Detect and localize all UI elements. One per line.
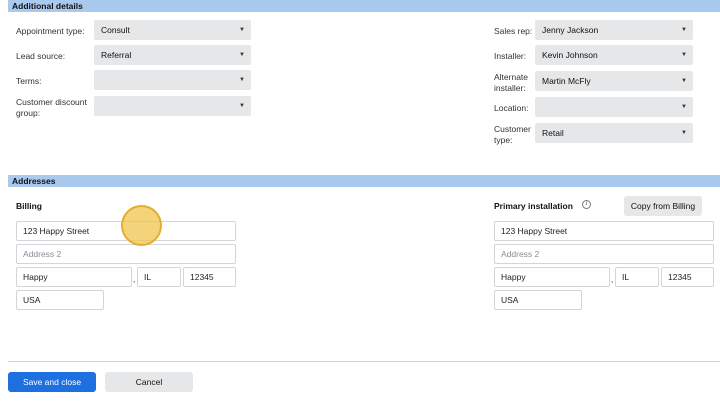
billing-city-input[interactable]: Happy (16, 267, 132, 287)
lead-source-label: Lead source: (16, 51, 66, 61)
installation-city-input[interactable]: Happy (494, 267, 610, 287)
chevron-down-icon: ▼ (681, 130, 687, 136)
location-label: Location: (494, 103, 529, 113)
alternate-installer-label-line2: installer: (494, 83, 526, 93)
customer-discount-group-label-line1: Customer discount (16, 97, 87, 107)
chevron-down-icon: ▼ (681, 27, 687, 33)
alternate-installer-label-line1: Alternate (494, 72, 529, 82)
customer-discount-group-select[interactable]: ▼ (94, 96, 251, 116)
click-highlight (121, 205, 162, 246)
installation-address1-input[interactable]: 123 Happy Street (494, 221, 714, 241)
customer-discount-group-label-line2: group: (16, 108, 41, 118)
chevron-down-icon: ▼ (681, 52, 687, 58)
installer-value: Kevin Johnson (542, 50, 598, 60)
chevron-down-icon: ▼ (681, 104, 687, 110)
sales-rep-value: Jenny Jackson (542, 25, 599, 35)
save-and-close-button[interactable]: Save and close (8, 372, 96, 392)
cancel-button[interactable]: Cancel (105, 372, 193, 392)
info-icon[interactable]: i (582, 200, 591, 209)
chevron-down-icon: ▼ (239, 77, 245, 83)
alternate-installer-select[interactable]: Martin McFly ▼ (535, 71, 693, 91)
customer-type-select[interactable]: Retail ▼ (535, 123, 693, 143)
appointment-type-label: Appointment type: (16, 26, 85, 36)
installation-address2-input[interactable]: Address 2 (494, 244, 714, 264)
section-title: Additional details (12, 1, 83, 11)
installation-country-input[interactable]: USA (494, 290, 582, 310)
copy-from-billing-button[interactable]: Copy from Billing (624, 196, 702, 216)
terms-label: Terms: (16, 76, 42, 86)
location-select[interactable]: ▼ (535, 97, 693, 117)
billing-address2-input[interactable]: Address 2 (16, 244, 236, 264)
alternate-installer-value: Martin McFly (542, 76, 591, 86)
comma-separator: , (611, 275, 614, 284)
chevron-down-icon: ▼ (239, 27, 245, 33)
installer-label: Installer: (494, 51, 527, 61)
terms-select[interactable]: ▼ (94, 70, 251, 90)
chevron-down-icon: ▼ (239, 52, 245, 58)
lead-source-select[interactable]: Referral ▼ (94, 45, 251, 65)
appointment-type-select[interactable]: Consult ▼ (94, 20, 251, 40)
billing-heading: Billing (16, 201, 42, 211)
sales-rep-select[interactable]: Jenny Jackson ▼ (535, 20, 693, 40)
installation-state-input[interactable]: IL (615, 267, 659, 287)
addresses-header: Addresses (8, 175, 720, 187)
customer-type-value: Retail (542, 128, 564, 138)
appointment-type-value: Consult (101, 25, 130, 35)
sales-rep-label: Sales rep: (494, 26, 533, 36)
installation-zip-input[interactable]: 12345 (661, 267, 714, 287)
lead-source-value: Referral (101, 50, 132, 60)
comma-separator: , (133, 275, 136, 284)
additional-details-header: Additional details (8, 0, 720, 12)
billing-state-input[interactable]: IL (137, 267, 181, 287)
primary-installation-heading: Primary installation (494, 201, 573, 211)
billing-zip-input[interactable]: 12345 (183, 267, 236, 287)
footer-divider (8, 361, 720, 362)
customer-type-label-line1: Customer (494, 124, 531, 134)
chevron-down-icon: ▼ (681, 78, 687, 84)
chevron-down-icon: ▼ (239, 103, 245, 109)
section-title: Addresses (12, 176, 56, 186)
billing-country-input[interactable]: USA (16, 290, 104, 310)
customer-type-label-line2: type: (494, 135, 513, 145)
installer-select[interactable]: Kevin Johnson ▼ (535, 45, 693, 65)
